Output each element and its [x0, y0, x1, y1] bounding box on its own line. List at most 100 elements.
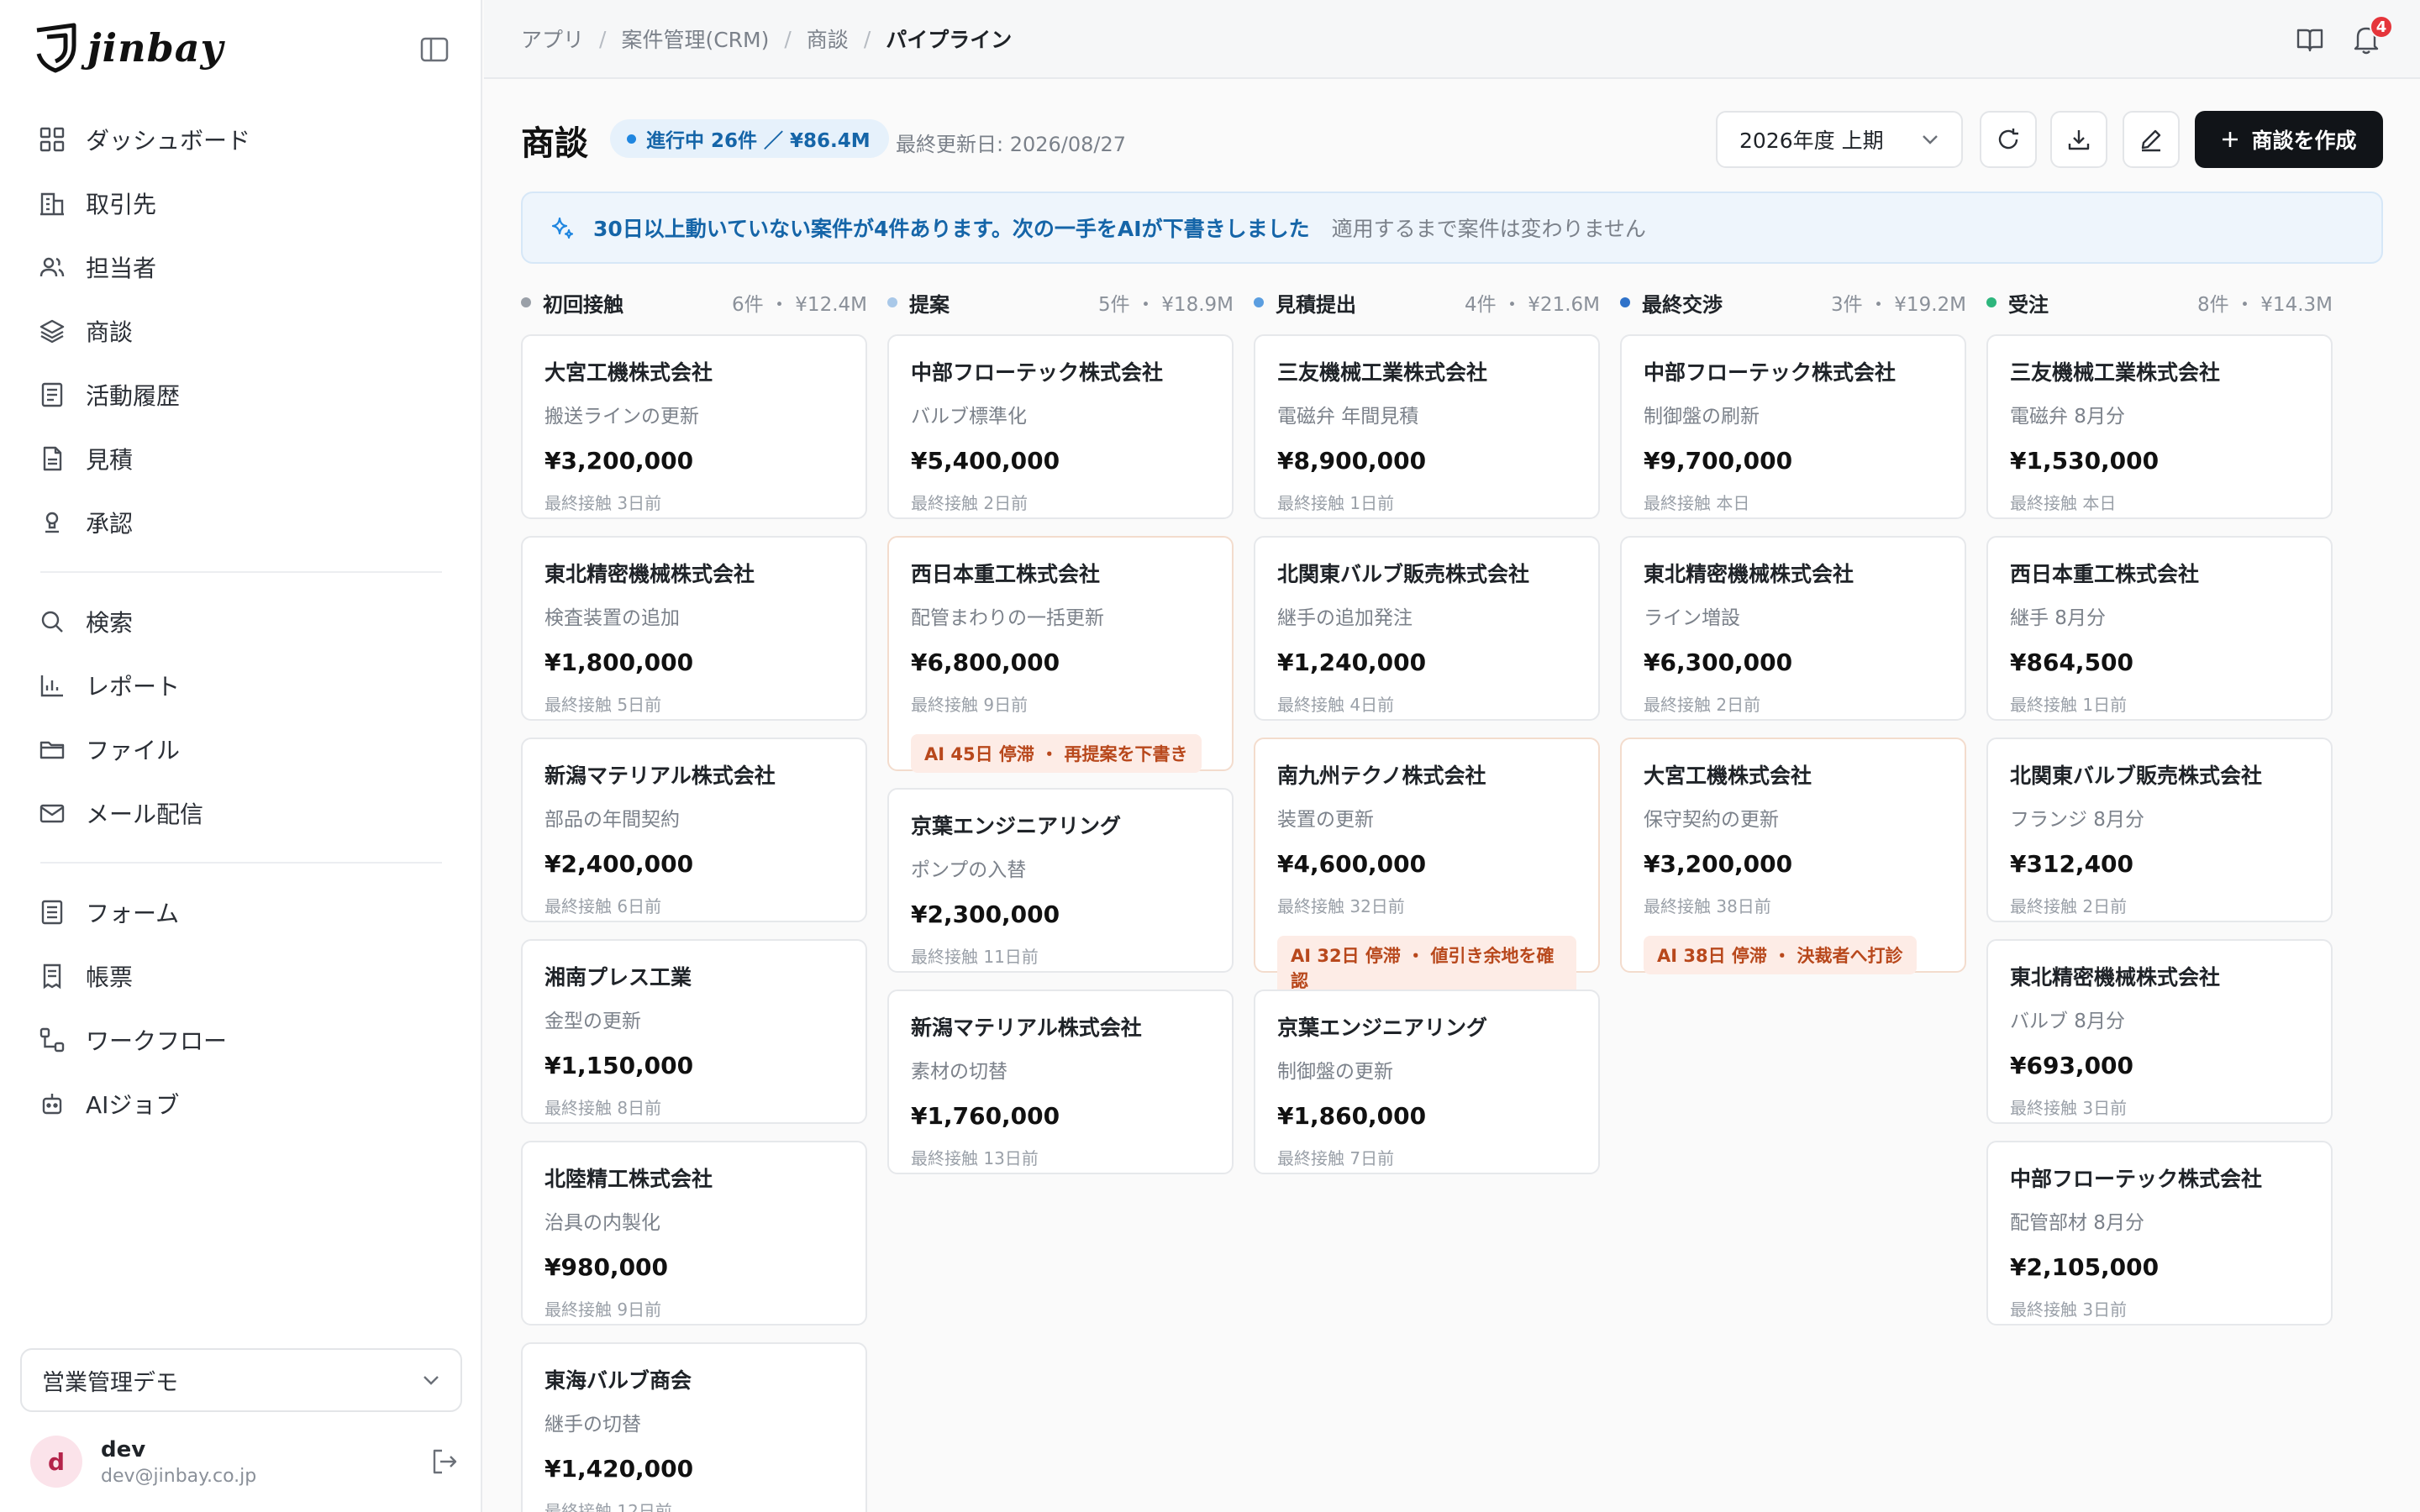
sidebar-toggle-icon[interactable] [420, 37, 449, 62]
ai-suggestion-banner[interactable]: 30日以上動いていない案件が4件あります。次の一手をAIが下書きしました 適用す… [521, 192, 2383, 264]
sidebar-item-files[interactable]: ファイル [25, 717, 454, 781]
sidebar-item-search[interactable]: 検索 [25, 590, 454, 654]
logout-icon[interactable] [430, 1447, 459, 1476]
deal-card[interactable]: 中部フローテック株式会社 バルブ標準化 ¥5,400,000 最終接触 2日前 [887, 334, 1234, 519]
deal-card[interactable]: 三友機械工業株式会社 電磁弁 8月分 ¥1,530,000 最終接触 本日 [1986, 334, 2333, 519]
card-company: 北陸精工株式会社 [544, 1167, 713, 1191]
stage-dot [1986, 297, 1996, 307]
deal-card[interactable]: 大宮工機株式会社 搬送ラインの更新 ¥3,200,000 最終接触 3日前 [521, 334, 867, 519]
deal-card[interactable]: 東北精密機械株式会社 バルブ 8月分 ¥693,000 最終接触 3日前 [1986, 939, 2333, 1124]
column-header: 最終交渉 3件 ・ ¥19.2M [1620, 286, 1966, 319]
deal-card[interactable]: 大宮工機株式会社 保守契約の更新 ¥3,200,000 最終接触 38日前 AI 38日… [1620, 738, 1966, 974]
card-deal-name: 素材の切替 [911, 1061, 1007, 1083]
app-logo[interactable]: jinbay [32, 22, 224, 74]
sidebar-item-ledgers[interactable]: 帳票 [25, 944, 454, 1008]
banner-note: 適用するまで案件は変わりません [1331, 217, 1646, 241]
stage-dot [1254, 297, 1264, 307]
refresh-button[interactable] [1980, 111, 2037, 168]
column-summary: 8件 ・ ¥14.3M [2197, 294, 2333, 316]
sidebar-item-contacts[interactable]: 担当者 [25, 235, 454, 299]
sidebar-item-quotes[interactable]: 見積 [25, 427, 454, 491]
deal-card[interactable]: 京葉エンジニアリング ポンプの入替 ¥2,300,000 最終接触 11日前 [887, 788, 1234, 973]
sidebar-item-label: ダッシュボード [86, 127, 251, 155]
sidebar-item-activities[interactable]: 活動履歴 [25, 363, 454, 427]
edit-button[interactable] [2123, 111, 2180, 168]
sidebar-item-mail[interactable]: メール配信 [25, 781, 454, 845]
sidebar-item-label: AIジョブ [86, 1091, 180, 1119]
banner-message: 30日以上動いていない案件が4件あります。次の一手をAIが下書きしました [593, 217, 1310, 241]
deal-card[interactable]: 京葉エンジニアリング 制御盤の更新 ¥1,860,000 最終接触 7日前 [1254, 990, 1600, 1174]
card-last-contact: 最終接触 本日 [1644, 493, 1750, 513]
card-amount: ¥864,500 [2010, 648, 2134, 676]
download-button[interactable] [2050, 111, 2107, 168]
card-amount: ¥980,000 [544, 1253, 669, 1281]
deal-card[interactable]: 三友機械工業株式会社 電磁弁 年間見積 ¥8,900,000 最終接触 1日前 [1254, 334, 1600, 519]
sidebar-item-forms[interactable]: フォーム [25, 880, 454, 944]
card-last-contact: 最終接触 38日前 [1644, 896, 1771, 916]
pipeline-column: 受注 8件 ・ ¥14.3M 三友機械工業株式会社 電磁弁 8月分 ¥1,530,000… [1986, 286, 2333, 1342]
nav-group-admin: フォーム 帳票 ワークフロー AIジョブ [25, 880, 454, 1136]
card-deal-name: バルブ 8月分 [2010, 1011, 2125, 1032]
card-deal-name: 装置の更新 [1277, 809, 1374, 831]
breadcrumb-item[interactable]: アプリ [521, 24, 584, 54]
create-deal-button[interactable]: 商談を作成 [2195, 111, 2383, 168]
breadcrumb-item[interactable]: 案件管理(CRM) [621, 24, 769, 54]
sidebar-item-reports[interactable]: レポート [25, 654, 454, 717]
card-company: 北関東バルブ販売株式会社 [1277, 562, 1530, 586]
card-company: 大宮工機株式会社 [1644, 764, 1812, 788]
card-deal-name: フランジ 8月分 [2010, 809, 2144, 831]
deal-card[interactable]: 北関東バルブ販売株式会社 継手の追加発注 ¥1,240,000 最終接触 4日前 [1254, 536, 1600, 721]
sidebar-item-ai-jobs[interactable]: AIジョブ [25, 1072, 454, 1136]
users-icon [39, 257, 65, 277]
deal-card[interactable]: 湘南プレス工業 金型の更新 ¥1,150,000 最終接触 8日前 [521, 939, 867, 1124]
deal-card[interactable]: 中部フローテック株式会社 制御盤の刷新 ¥9,700,000 最終接触 本日 [1620, 334, 1966, 519]
card-last-contact: 最終接触 1日前 [1277, 493, 1395, 513]
period-select[interactable]: 2026年度 上期 [1716, 111, 1963, 168]
deal-card[interactable]: 西日本重工株式会社 配管まわりの一括更新 ¥6,800,000 最終接触 9日前 AI … [887, 536, 1234, 773]
column-header: 提案 5件 ・ ¥18.9M [887, 286, 1234, 319]
ledger-icon [43, 963, 61, 990]
notification-badge: 4 [2370, 15, 2393, 39]
deal-card[interactable]: 新潟マテリアル株式会社 部品の年間契約 ¥2,400,000 最終接触 6日前 [521, 738, 867, 922]
plus-icon [2223, 132, 2238, 147]
card-last-contact: 最終接触 本日 [2010, 493, 2117, 513]
chevron-down-icon [424, 1376, 439, 1385]
deal-card[interactable]: 中部フローテック株式会社 配管部材 8月分 ¥2,105,000 最終接触 3日前 [1986, 1141, 2333, 1326]
deal-card[interactable]: 東海バルブ商会 継手の切替 ¥1,420,000 最終接触 12日前 [521, 1342, 867, 1512]
status-badge: 進行中 26件 ／ ¥86.4M [610, 119, 889, 158]
ai-stalled-badge[interactable]: AI 38日 停滞 ・ 決裁者へ打診 [1644, 936, 1917, 974]
deal-card[interactable]: 西日本重工株式会社 継手 8月分 ¥864,500 最終接触 1日前 [1986, 536, 2333, 721]
card-last-contact: 最終接触 13日前 [911, 1148, 1039, 1168]
breadcrumb-item[interactable]: 商談 [807, 24, 849, 54]
sidebar-item-accounts[interactable]: 取引先 [25, 171, 454, 235]
breadcrumb-current: パイプライン [886, 28, 1013, 52]
building-icon [40, 192, 64, 216]
deal-card[interactable]: 南九州テクノ株式会社 装置の更新 ¥4,600,000 最終接触 32日前 AI 32日… [1254, 738, 1600, 1000]
deal-card[interactable]: 新潟マテリアル株式会社 素材の切替 ¥1,760,000 最終接触 13日前 [887, 990, 1234, 1174]
card-last-contact: 最終接触 2日前 [911, 493, 1028, 513]
card-deal-name: 継手 8月分 [2010, 607, 2106, 629]
deal-card[interactable]: 北陸精工株式会社 治具の内製化 ¥980,000 最終接触 9日前 [521, 1141, 867, 1326]
card-company: 京葉エンジニアリング [911, 814, 1122, 838]
book-icon[interactable] [2296, 25, 2324, 54]
ai-stalled-badge[interactable]: AI 45日 停滞 ・ 再提案を下書き [911, 734, 1202, 773]
sidebar-item-deals[interactable]: 商談 [25, 299, 454, 363]
column-title: 初回接触 [543, 292, 623, 317]
sidebar-item-dashboard[interactable]: ダッシュボード [25, 108, 454, 171]
card-deal-name: 金型の更新 [544, 1011, 641, 1032]
card-company: 三友機械工業株式会社 [2010, 360, 2221, 385]
card-deal-name: 電磁弁 年間見積 [1277, 406, 1419, 428]
card-last-contact: 最終接触 2日前 [1644, 695, 1761, 715]
stamp-icon [45, 512, 59, 533]
workspace-select[interactable]: 営業管理デモ [20, 1348, 462, 1412]
sidebar-item-label: 活動履歴 [86, 382, 181, 410]
card-deal-name: 配管部材 8月分 [2010, 1212, 2144, 1234]
deal-card[interactable]: 北関東バルブ販売株式会社 フランジ 8月分 ¥312,400 最終接触 2日前 [1986, 738, 2333, 922]
card-list: 三友機械工業株式会社 電磁弁 年間見積 ¥8,900,000 最終接触 1日前 北関東バ… [1254, 334, 1600, 1174]
deal-card[interactable]: 東北精密機械株式会社 検査装置の追加 ¥1,800,000 最終接触 5日前 [521, 536, 867, 721]
card-company: 中部フローテック株式会社 [2010, 1167, 2263, 1191]
deal-card[interactable]: 東北精密機械株式会社 ライン増設 ¥6,300,000 最終接触 2日前 [1620, 536, 1966, 721]
card-amount: ¥1,150,000 [544, 1052, 694, 1079]
sidebar-item-approvals[interactable]: 承認 [25, 491, 454, 554]
sidebar-item-workflows[interactable]: ワークフロー [25, 1008, 454, 1072]
